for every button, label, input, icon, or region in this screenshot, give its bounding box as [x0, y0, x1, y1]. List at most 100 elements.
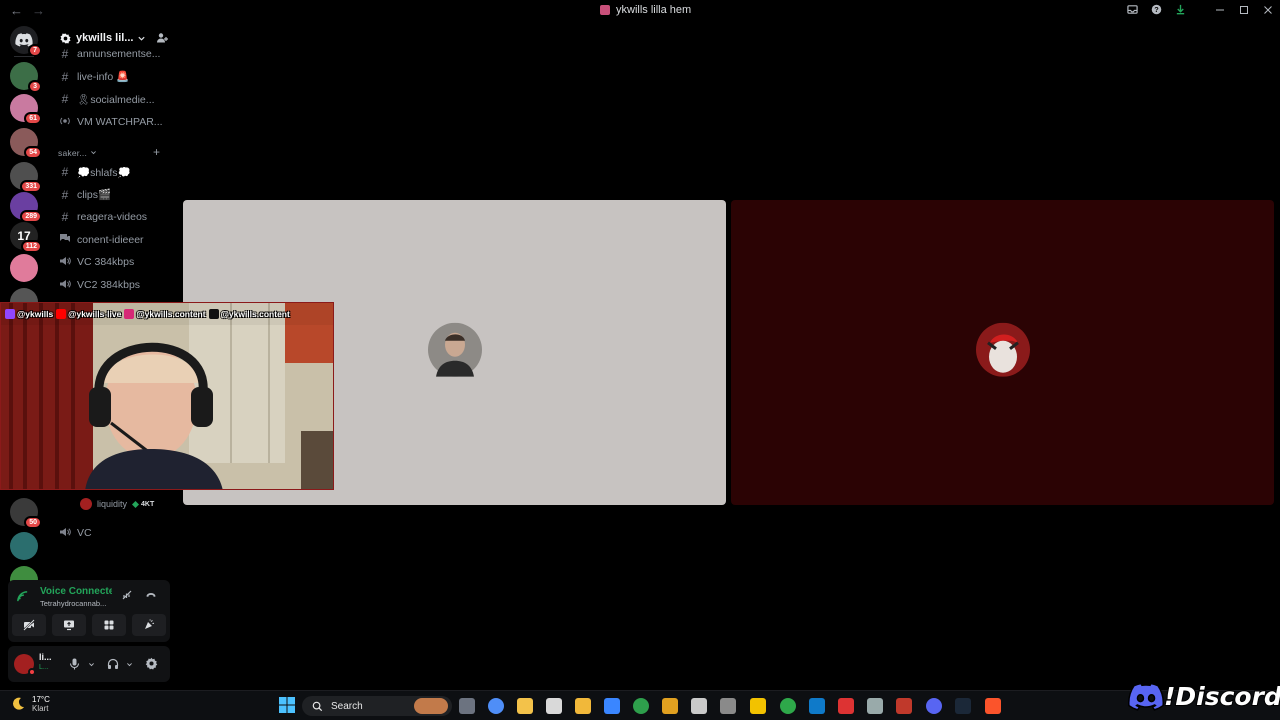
inbox-icon[interactable]: [1120, 4, 1144, 18]
social-handle-text: @ykwills: [17, 309, 54, 319]
taskbar-media-icon[interactable]: [546, 698, 562, 714]
taskbar-app4-icon[interactable]: [809, 698, 825, 714]
taskbar-app3-icon[interactable]: [720, 698, 736, 714]
server-icon[interactable]: 17 112: [10, 222, 42, 253]
discord-logo-icon: [1128, 682, 1164, 711]
participant-tile[interactable]: [731, 200, 1274, 505]
disconnect-icon[interactable]: [145, 589, 157, 601]
headphones-icon[interactable]: [107, 658, 119, 670]
server-icon[interactable]: 331: [10, 162, 42, 193]
channel-item[interactable]: # live-info 🚨: [58, 67, 130, 87]
taskbar-app5-icon[interactable]: [838, 698, 854, 714]
taskbar-xbox-icon[interactable]: [780, 698, 796, 714]
server-icon[interactable]: 289: [10, 192, 42, 223]
noise-suppression-icon[interactable]: [121, 589, 133, 601]
channel-item[interactable]: VC2 384kbps: [58, 275, 140, 295]
activities-button[interactable]: [92, 614, 126, 636]
voice-channel-vc[interactable]: VC: [58, 523, 92, 543]
invite-people-icon[interactable]: [156, 32, 168, 44]
channel-item[interactable]: # 💭shlafs💭: [58, 162, 131, 182]
user-status: L...: [39, 664, 49, 671]
server-icon[interactable]: 54: [10, 128, 42, 159]
taskbar-task-view-icon[interactable]: [459, 698, 475, 714]
channel-item[interactable]: conent-idieeer: [58, 230, 144, 250]
taskbar-steam-icon[interactable]: [955, 698, 971, 714]
help-icon[interactable]: ?: [1144, 4, 1168, 18]
start-button[interactable]: [279, 697, 295, 713]
taskbar-copilot-icon[interactable]: [488, 698, 504, 714]
maximize-button[interactable]: [1232, 5, 1256, 18]
channel-item[interactable]: # clips🎬: [58, 185, 111, 205]
chevron-down-icon[interactable]: [88, 661, 95, 668]
diamond-icon: [132, 500, 140, 508]
soundboard-button[interactable]: [132, 614, 166, 636]
channel-label: clips🎬: [77, 189, 112, 202]
avatar[interactable]: [14, 654, 36, 676]
taskbar-rockstar-icon[interactable]: [750, 698, 766, 714]
taskbar-app2-icon[interactable]: [691, 698, 707, 714]
server-icon[interactable]: 3: [10, 62, 42, 93]
taskbar-app6-icon[interactable]: [867, 698, 883, 714]
title-bar: ← → ykwills lilla hem ?: [0, 0, 1280, 22]
channel-item[interactable]: VC 384kbps: [58, 252, 134, 272]
close-button[interactable]: [1256, 5, 1280, 18]
camera-button[interactable]: [12, 614, 46, 636]
status-dot: [28, 668, 36, 676]
taskbar-files-icon[interactable]: [517, 698, 533, 714]
hash-icon: #: [61, 47, 69, 61]
microphone-icon[interactable]: [69, 658, 80, 670]
download-icon[interactable]: [1168, 4, 1192, 18]
voice-member[interactable]: liquidity 4KT: [80, 498, 154, 510]
back-icon[interactable]: ←: [10, 3, 23, 18]
taskbar-chrome-icon[interactable]: [633, 698, 649, 714]
channel-item[interactable]: VM WATCHPAR...: [58, 112, 163, 132]
server-name: ykwills lil...: [76, 32, 134, 44]
moon-icon: [13, 697, 24, 710]
channel-label: VC: [77, 527, 92, 539]
minimize-button[interactable]: [1208, 5, 1232, 18]
screen-share-button[interactable]: [52, 614, 86, 636]
windows-logo-icon: [279, 697, 295, 713]
settings-gear-icon[interactable]: [145, 657, 158, 670]
server-avatar: [10, 532, 38, 560]
unread-badge: 54: [24, 146, 42, 159]
social-handle: @ykwills: [5, 309, 53, 319]
chevron-down-icon: [138, 36, 146, 41]
forward-icon[interactable]: →: [32, 3, 45, 18]
speaker-icon: [58, 278, 72, 293]
channel-item[interactable]: # annunsementse...: [58, 44, 161, 64]
taskbar-app7-icon[interactable]: [896, 698, 912, 714]
stage-icon: [58, 115, 72, 130]
social-handle: @ykwills.content: [208, 309, 290, 319]
taskbar-store-icon[interactable]: [604, 698, 620, 714]
taskbar-discord-icon[interactable]: [926, 698, 942, 714]
hash-icon: #: [61, 69, 69, 84]
hash-icon: #: [61, 210, 69, 225]
taskbar-brave-icon[interactable]: [985, 698, 1001, 714]
server-icon[interactable]: 61: [10, 94, 42, 125]
channel-item[interactable]: # reagera-videos: [58, 207, 147, 227]
server-icon[interactable]: [10, 532, 38, 560]
activities-icon: [104, 620, 114, 630]
discord-watermark: !Discord: [1128, 681, 1280, 712]
weather-temp: 17°C: [32, 695, 50, 704]
home-discord-button[interactable]: 7: [10, 26, 42, 57]
taskbar-explorer-icon[interactable]: [575, 698, 591, 714]
taskbar-app1-icon[interactable]: [662, 698, 678, 714]
voice-status: Voice Connecte: [40, 586, 112, 597]
taskbar-search[interactable]: Search: [302, 696, 452, 716]
weather-widget[interactable]: 17°C Klart: [10, 695, 50, 713]
channel-label: 🎗socialmedie...: [77, 93, 155, 106]
channel-label: 💭shlafs💭: [77, 166, 131, 179]
chevron-down-icon[interactable]: [126, 661, 133, 668]
webcam-feed: [1, 303, 333, 489]
connection-signal-icon[interactable]: [16, 590, 29, 603]
avatar: [427, 322, 482, 377]
category-header[interactable]: saker...: [58, 148, 97, 158]
channel-item[interactable]: # 🎗socialmedie...: [58, 89, 155, 109]
server-icon: [600, 5, 610, 15]
server-icon[interactable]: [10, 254, 38, 282]
server-icon[interactable]: 50: [10, 498, 42, 529]
voice-channel-name[interactable]: Tetrahydrocannab...: [40, 599, 106, 608]
create-channel-button[interactable]: +: [153, 145, 160, 159]
